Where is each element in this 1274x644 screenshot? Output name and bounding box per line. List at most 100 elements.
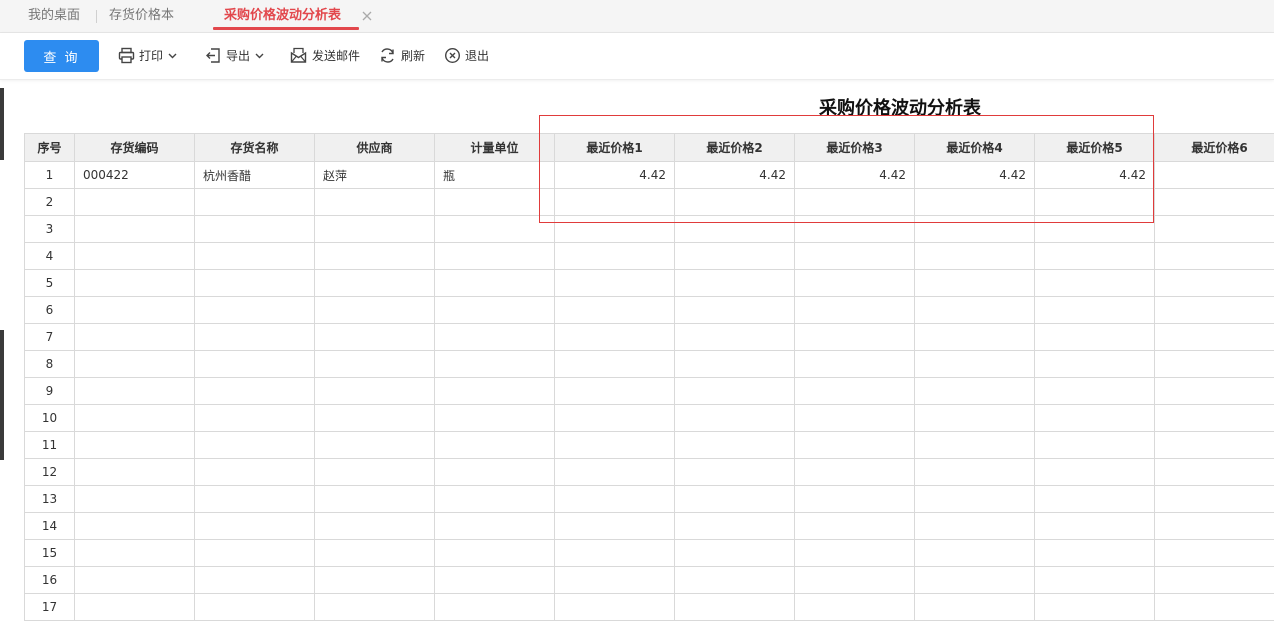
table-cell[interactable] <box>674 242 795 270</box>
table-cell[interactable] <box>914 215 1035 243</box>
table-cell[interactable] <box>914 377 1035 405</box>
table-cell[interactable] <box>914 404 1035 432</box>
table-row[interactable]: 12 <box>24 458 1274 486</box>
table-cell[interactable] <box>1154 539 1274 567</box>
table-cell[interactable] <box>914 512 1035 540</box>
table-cell[interactable] <box>554 323 675 351</box>
table-cell[interactable] <box>674 350 795 378</box>
query-button[interactable]: 查 询 <box>24 40 99 72</box>
tab-purchase-price-analysis[interactable]: 采购价格波动分析表 <box>213 0 360 32</box>
row-number-cell[interactable]: 12 <box>24 458 75 486</box>
table-cell[interactable] <box>1154 161 1274 189</box>
table-cell[interactable] <box>914 296 1035 324</box>
table-cell[interactable] <box>794 323 915 351</box>
table-cell[interactable] <box>194 512 315 540</box>
table-cell[interactable] <box>794 404 915 432</box>
table-cell[interactable] <box>74 566 195 594</box>
table-cell[interactable] <box>434 539 555 567</box>
table-cell[interactable] <box>914 485 1035 513</box>
table-cell[interactable] <box>554 188 675 216</box>
table-cell[interactable] <box>914 350 1035 378</box>
tab-inventory-price-book[interactable]: 存货价格本 <box>109 0 174 32</box>
table-cell[interactable] <box>314 215 435 243</box>
table-cell[interactable] <box>434 377 555 405</box>
table-cell[interactable] <box>74 323 195 351</box>
column-header[interactable]: 最近价格1 <box>554 133 675 162</box>
table-cell[interactable] <box>314 269 435 297</box>
table-cell[interactable] <box>674 539 795 567</box>
table-cell[interactable] <box>1034 566 1155 594</box>
table-cell[interactable] <box>914 593 1035 621</box>
table-cell[interactable] <box>434 242 555 270</box>
table-cell[interactable] <box>674 593 795 621</box>
table-cell[interactable] <box>1154 431 1274 459</box>
table-cell[interactable] <box>194 242 315 270</box>
table-cell[interactable] <box>434 404 555 432</box>
table-cell[interactable] <box>674 215 795 243</box>
table-cell[interactable] <box>194 566 315 594</box>
table-cell[interactable] <box>434 350 555 378</box>
table-cell[interactable] <box>1034 350 1155 378</box>
table-row[interactable]: 7 <box>24 323 1274 351</box>
table-cell[interactable]: 000422 <box>74 161 195 189</box>
table-cell[interactable] <box>794 350 915 378</box>
table-cell[interactable] <box>794 593 915 621</box>
table-cell[interactable] <box>1154 350 1274 378</box>
table-cell[interactable] <box>314 242 435 270</box>
table-cell[interactable] <box>314 296 435 324</box>
table-cell[interactable] <box>194 485 315 513</box>
table-cell[interactable] <box>434 215 555 243</box>
table-cell[interactable]: 赵萍 <box>314 161 435 189</box>
table-cell[interactable] <box>794 377 915 405</box>
table-cell[interactable] <box>194 377 315 405</box>
table-cell[interactable] <box>1034 404 1155 432</box>
table-cell[interactable] <box>1034 539 1155 567</box>
table-row[interactable]: 15 <box>24 539 1274 567</box>
table-cell[interactable] <box>314 323 435 351</box>
table-cell[interactable] <box>74 458 195 486</box>
row-number-cell[interactable]: 11 <box>24 431 75 459</box>
table-cell[interactable] <box>554 512 675 540</box>
row-number-cell[interactable]: 17 <box>24 593 75 621</box>
table-cell[interactable] <box>1034 269 1155 297</box>
table-cell[interactable]: 4.42 <box>1034 161 1155 189</box>
table-cell[interactable] <box>554 485 675 513</box>
exit-button[interactable]: 退出 <box>444 45 492 67</box>
table-cell[interactable] <box>914 323 1035 351</box>
table-row[interactable]: 2 <box>24 188 1274 216</box>
table-cell[interactable] <box>554 539 675 567</box>
row-number-cell[interactable]: 2 <box>24 188 75 216</box>
table-cell[interactable] <box>314 593 435 621</box>
table-cell[interactable] <box>1034 296 1155 324</box>
table-cell[interactable] <box>194 269 315 297</box>
table-row[interactable]: 6 <box>24 296 1274 324</box>
table-cell[interactable] <box>1034 377 1155 405</box>
table-cell[interactable] <box>794 431 915 459</box>
table-cell[interactable] <box>1154 404 1274 432</box>
table-cell[interactable] <box>554 296 675 324</box>
table-cell[interactable] <box>74 296 195 324</box>
table-cell[interactable]: 4.42 <box>914 161 1035 189</box>
table-cell[interactable] <box>914 566 1035 594</box>
table-row[interactable]: 5 <box>24 269 1274 297</box>
send-email-button[interactable]: 发送邮件 <box>290 45 362 67</box>
table-cell[interactable] <box>74 512 195 540</box>
table-cell[interactable] <box>434 431 555 459</box>
table-cell[interactable] <box>314 377 435 405</box>
table-cell[interactable] <box>434 566 555 594</box>
table-cell[interactable] <box>554 566 675 594</box>
table-cell[interactable] <box>434 593 555 621</box>
table-row[interactable]: 11 <box>24 431 1274 459</box>
table-cell[interactable] <box>794 242 915 270</box>
table-cell[interactable] <box>194 431 315 459</box>
table-cell[interactable] <box>674 377 795 405</box>
table-cell[interactable] <box>794 215 915 243</box>
table-cell[interactable] <box>1034 215 1155 243</box>
table-cell[interactable]: 4.42 <box>674 161 795 189</box>
row-number-cell[interactable]: 15 <box>24 539 75 567</box>
table-cell[interactable] <box>674 512 795 540</box>
table-cell[interactable] <box>194 539 315 567</box>
table-cell[interactable] <box>914 458 1035 486</box>
table-cell[interactable] <box>194 593 315 621</box>
table-cell[interactable] <box>554 431 675 459</box>
